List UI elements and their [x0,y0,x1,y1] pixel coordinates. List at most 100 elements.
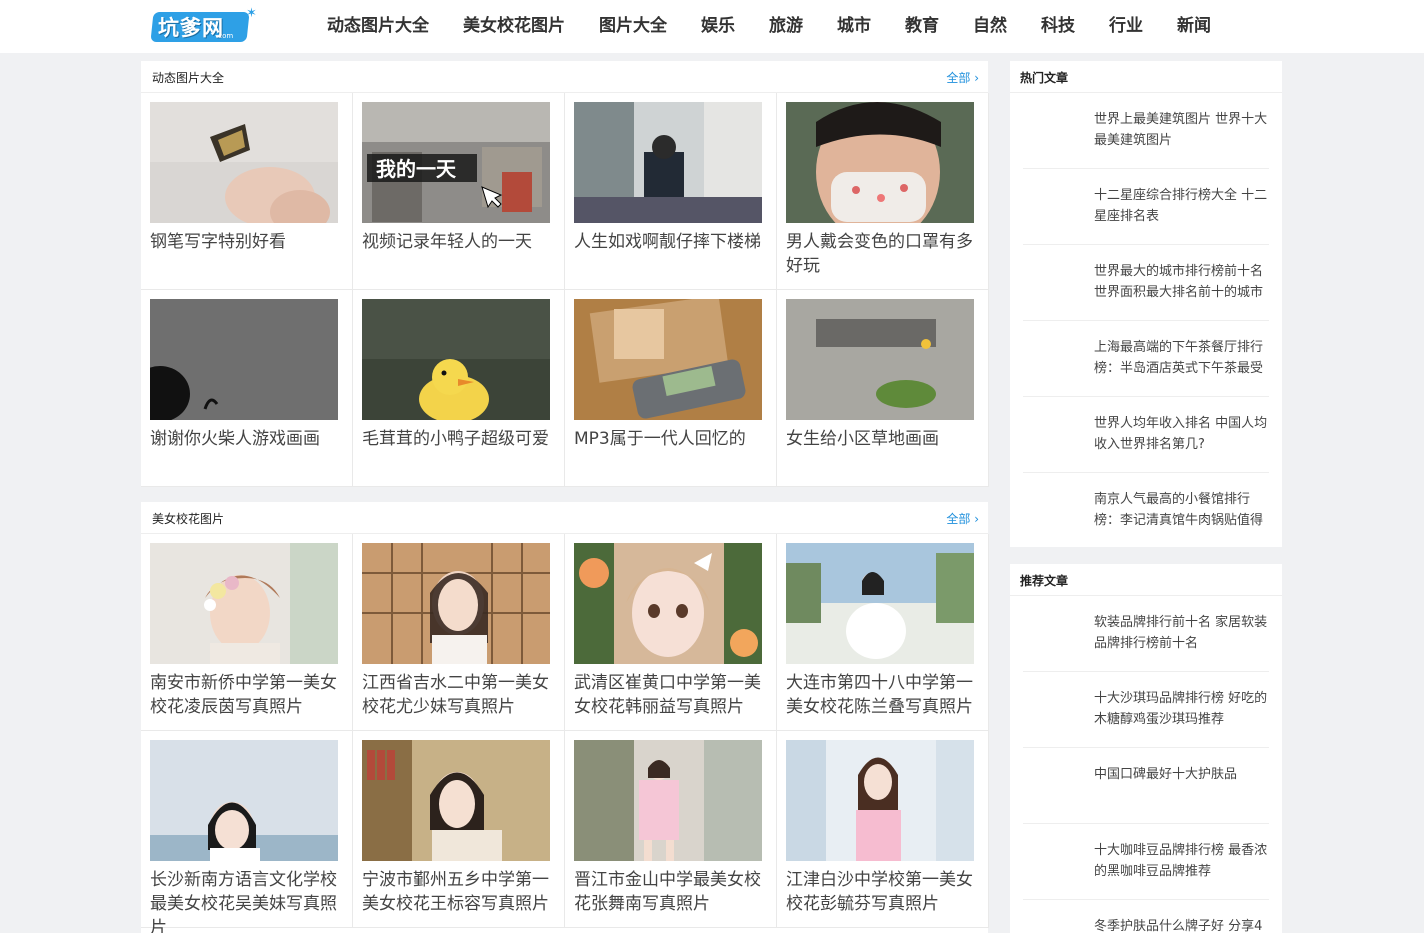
article-item[interactable]: 十大沙琪玛品牌排行榜 好吃的木糖醇鸡蛋沙琪玛推荐 [1023,672,1269,748]
card-caption[interactable]: 男人戴会变色的口罩有多好玩 [786,230,980,278]
site-logo[interactable]: 坑爹网 .com ✶ [150,6,257,44]
card-caption[interactable]: 武清区崔黄口中学第一美女校花韩丽益写真照片 [574,671,768,719]
article-title[interactable]: 上海最高端的下午茶餐厅排行榜：半岛酒店英式下午茶最受 [1094,337,1274,379]
card-caption[interactable]: 晋江市金山中学最美女校花张舞南写真照片 [574,868,768,916]
card-caption[interactable]: 江津白沙中学校第一美女校花彭毓芬写真照片 [786,868,980,916]
thumbnail-image[interactable] [786,102,974,223]
thumbnail-image[interactable] [574,740,762,861]
image-card[interactable]: 钢笔写字特别好看 [141,93,353,290]
nav-item[interactable]: 自然 [956,0,1024,53]
article-title[interactable]: 中国口碑最好十大护肤品 [1094,764,1274,785]
article-thumbnail[interactable] [1023,608,1087,660]
image-card[interactable]: 我的一天 视频记录年轻人的一天 [353,93,565,290]
article-title[interactable]: 世界最大的城市排行榜前十名 世界面积最大排名前十的城市 [1094,261,1274,303]
thumbnail-image[interactable] [362,740,550,861]
card-caption[interactable]: 人生如戏啊靓仔摔下楼梯 [574,230,768,254]
card-caption[interactable]: MP3属于一代人回忆的 [574,427,768,451]
card-caption[interactable]: 长沙新南方语言文化学校最美女校花吴美妹写真照片 [150,868,344,933]
thumbnail-image[interactable] [786,740,974,861]
thumbnail-image[interactable] [150,740,338,861]
image-card[interactable]: 晋江市金山中学最美女校花张舞南写真照片 [565,731,777,928]
thumbnail-image[interactable] [362,299,550,420]
article-thumbnail[interactable] [1023,181,1087,233]
article-title[interactable]: 软装品牌排行前十名 家居软装品牌排行榜前十名 [1094,612,1274,654]
section-header: 美女校花图片 全部 › [141,502,988,534]
image-card[interactable]: 男人戴会变色的口罩有多好玩 [777,93,989,290]
nav-item[interactable]: 图片大全 [582,0,684,53]
card-caption[interactable]: 视频记录年轻人的一天 [362,230,556,254]
article-item[interactable]: 世界上最美建筑图片 世界十大最美建筑图片 [1023,93,1269,169]
image-card[interactable]: 武清区崔黄口中学第一美女校花韩丽益写真照片 [565,534,777,731]
article-item[interactable]: 中国口碑最好十大护肤品 [1023,748,1269,824]
article-item[interactable]: 十二星座综合排行榜大全 十二星座排名表 [1023,169,1269,245]
article-thumbnail[interactable] [1023,836,1087,888]
image-card[interactable]: 江西省吉水二中第一美女校花尤少妹写真照片 [353,534,565,731]
more-link[interactable]: 全部 › [946,510,979,527]
nav-item[interactable]: 科技 [1024,0,1092,53]
sidebar-header: 推荐文章 [1010,564,1282,596]
image-card[interactable]: 大连市第四十八中学第一美女校花陈兰叠写真照片 [777,534,989,731]
image-card[interactable]: 江津白沙中学校第一美女校花彭毓芬写真照片 [777,731,989,928]
article-item[interactable]: 南京人气最高的小餐馆排行榜：李记清真馆牛肉锅贴值得 [1023,473,1269,549]
article-title[interactable]: 十大沙琪玛品牌排行榜 好吃的木糖醇鸡蛋沙琪玛推荐 [1094,688,1274,730]
image-card[interactable]: 长沙新南方语言文化学校最美女校花吴美妹写真照片 [141,731,353,933]
thumbnail-image[interactable] [150,299,338,420]
article-title[interactable]: 冬季护肤品什么牌子好 分享4 [1094,916,1274,933]
thumbnail-image[interactable] [150,543,338,664]
thumbnail-image[interactable] [786,543,974,664]
article-thumbnail[interactable] [1023,912,1087,933]
nav-item[interactable]: 旅游 [752,0,820,53]
nav-item[interactable]: 娱乐 [684,0,752,53]
article-title[interactable]: 南京人气最高的小餐馆排行榜：李记清真馆牛肉锅贴值得 [1094,489,1274,531]
image-card[interactable]: 人生如戏啊靓仔摔下楼梯 [565,93,777,290]
card-caption[interactable]: 谢谢你火柴人游戏画画 [150,427,344,451]
section-gif: 动态图片大全 全部 › 钢笔写字特别好看 我的一天 视频记录年轻人的一天 人生如… [141,61,989,487]
nav-item[interactable]: 美女校花图片 [446,0,582,53]
article-thumbnail[interactable] [1023,105,1087,157]
article-thumbnail[interactable] [1023,760,1087,812]
article-thumbnail[interactable] [1023,485,1087,537]
thumbnail-image[interactable]: 我的一天 [362,102,550,223]
card-caption[interactable]: 大连市第四十八中学第一美女校花陈兰叠写真照片 [786,671,980,719]
article-thumbnail[interactable] [1023,257,1087,309]
image-card[interactable]: 谢谢你火柴人游戏画画 [141,290,353,487]
card-caption[interactable]: 女生给小区草地画画 [786,427,980,451]
article-item[interactable]: 世界人均年收入排名 中国人均收入世界排名第几? [1023,397,1269,473]
image-card[interactable]: 宁波市鄞州五乡中学第一美女校花王标容写真照片 [353,731,565,928]
sidebar-title: 热门文章 [1020,71,1069,85]
nav-item[interactable]: 教育 [888,0,956,53]
thumbnail-image[interactable] [574,102,762,223]
card-caption[interactable]: 钢笔写字特别好看 [150,230,344,254]
article-title[interactable]: 十大咖啡豆品牌排行榜 最香浓的黑咖啡豆品牌推荐 [1094,840,1274,882]
card-caption[interactable]: 江西省吉水二中第一美女校花尤少妹写真照片 [362,671,556,719]
nav-item[interactable]: 动态图片大全 [310,0,446,53]
card-caption[interactable]: 南安市新侨中学第一美女校花凌辰茵写真照片 [150,671,344,719]
article-item[interactable]: 世界最大的城市排行榜前十名 世界面积最大排名前十的城市 [1023,245,1269,321]
thumbnail-image[interactable] [150,102,338,223]
logo-text: 坑爹网 [158,16,224,40]
thumbnail-image[interactable] [786,299,974,420]
article-item[interactable]: 软装品牌排行前十名 家居软装品牌排行榜前十名 [1023,596,1269,672]
article-title[interactable]: 世界上最美建筑图片 世界十大最美建筑图片 [1094,109,1274,151]
article-item[interactable]: 上海最高端的下午茶餐厅排行榜：半岛酒店英式下午茶最受 [1023,321,1269,397]
nav-item[interactable]: 新闻 [1160,0,1228,53]
card-caption[interactable]: 宁波市鄞州五乡中学第一美女校花王标容写真照片 [362,868,556,916]
more-link[interactable]: 全部 › [946,69,979,86]
article-item[interactable]: 十大咖啡豆品牌排行榜 最香浓的黑咖啡豆品牌推荐 [1023,824,1269,900]
thumbnail-image[interactable] [362,543,550,664]
article-thumbnail[interactable] [1023,409,1087,461]
article-title[interactable]: 十二星座综合排行榜大全 十二星座排名表 [1094,185,1274,227]
article-thumbnail[interactable] [1023,684,1087,736]
image-card[interactable]: 南安市新侨中学第一美女校花凌辰茵写真照片 [141,534,353,731]
image-card[interactable]: 毛茸茸的小鸭子超级可爱 [353,290,565,487]
nav-item[interactable]: 行业 [1092,0,1160,53]
article-item[interactable]: 冬季护肤品什么牌子好 分享4 [1023,900,1269,933]
article-thumbnail[interactable] [1023,333,1087,385]
thumbnail-image[interactable] [574,543,762,664]
card-caption[interactable]: 毛茸茸的小鸭子超级可爱 [362,427,556,451]
article-title[interactable]: 世界人均年收入排名 中国人均收入世界排名第几? [1094,413,1274,455]
image-card[interactable]: 女生给小区草地画画 [777,290,989,487]
thumbnail-image[interactable] [574,299,762,420]
nav-item[interactable]: 城市 [820,0,888,53]
image-card[interactable]: MP3属于一代人回忆的 [565,290,777,487]
